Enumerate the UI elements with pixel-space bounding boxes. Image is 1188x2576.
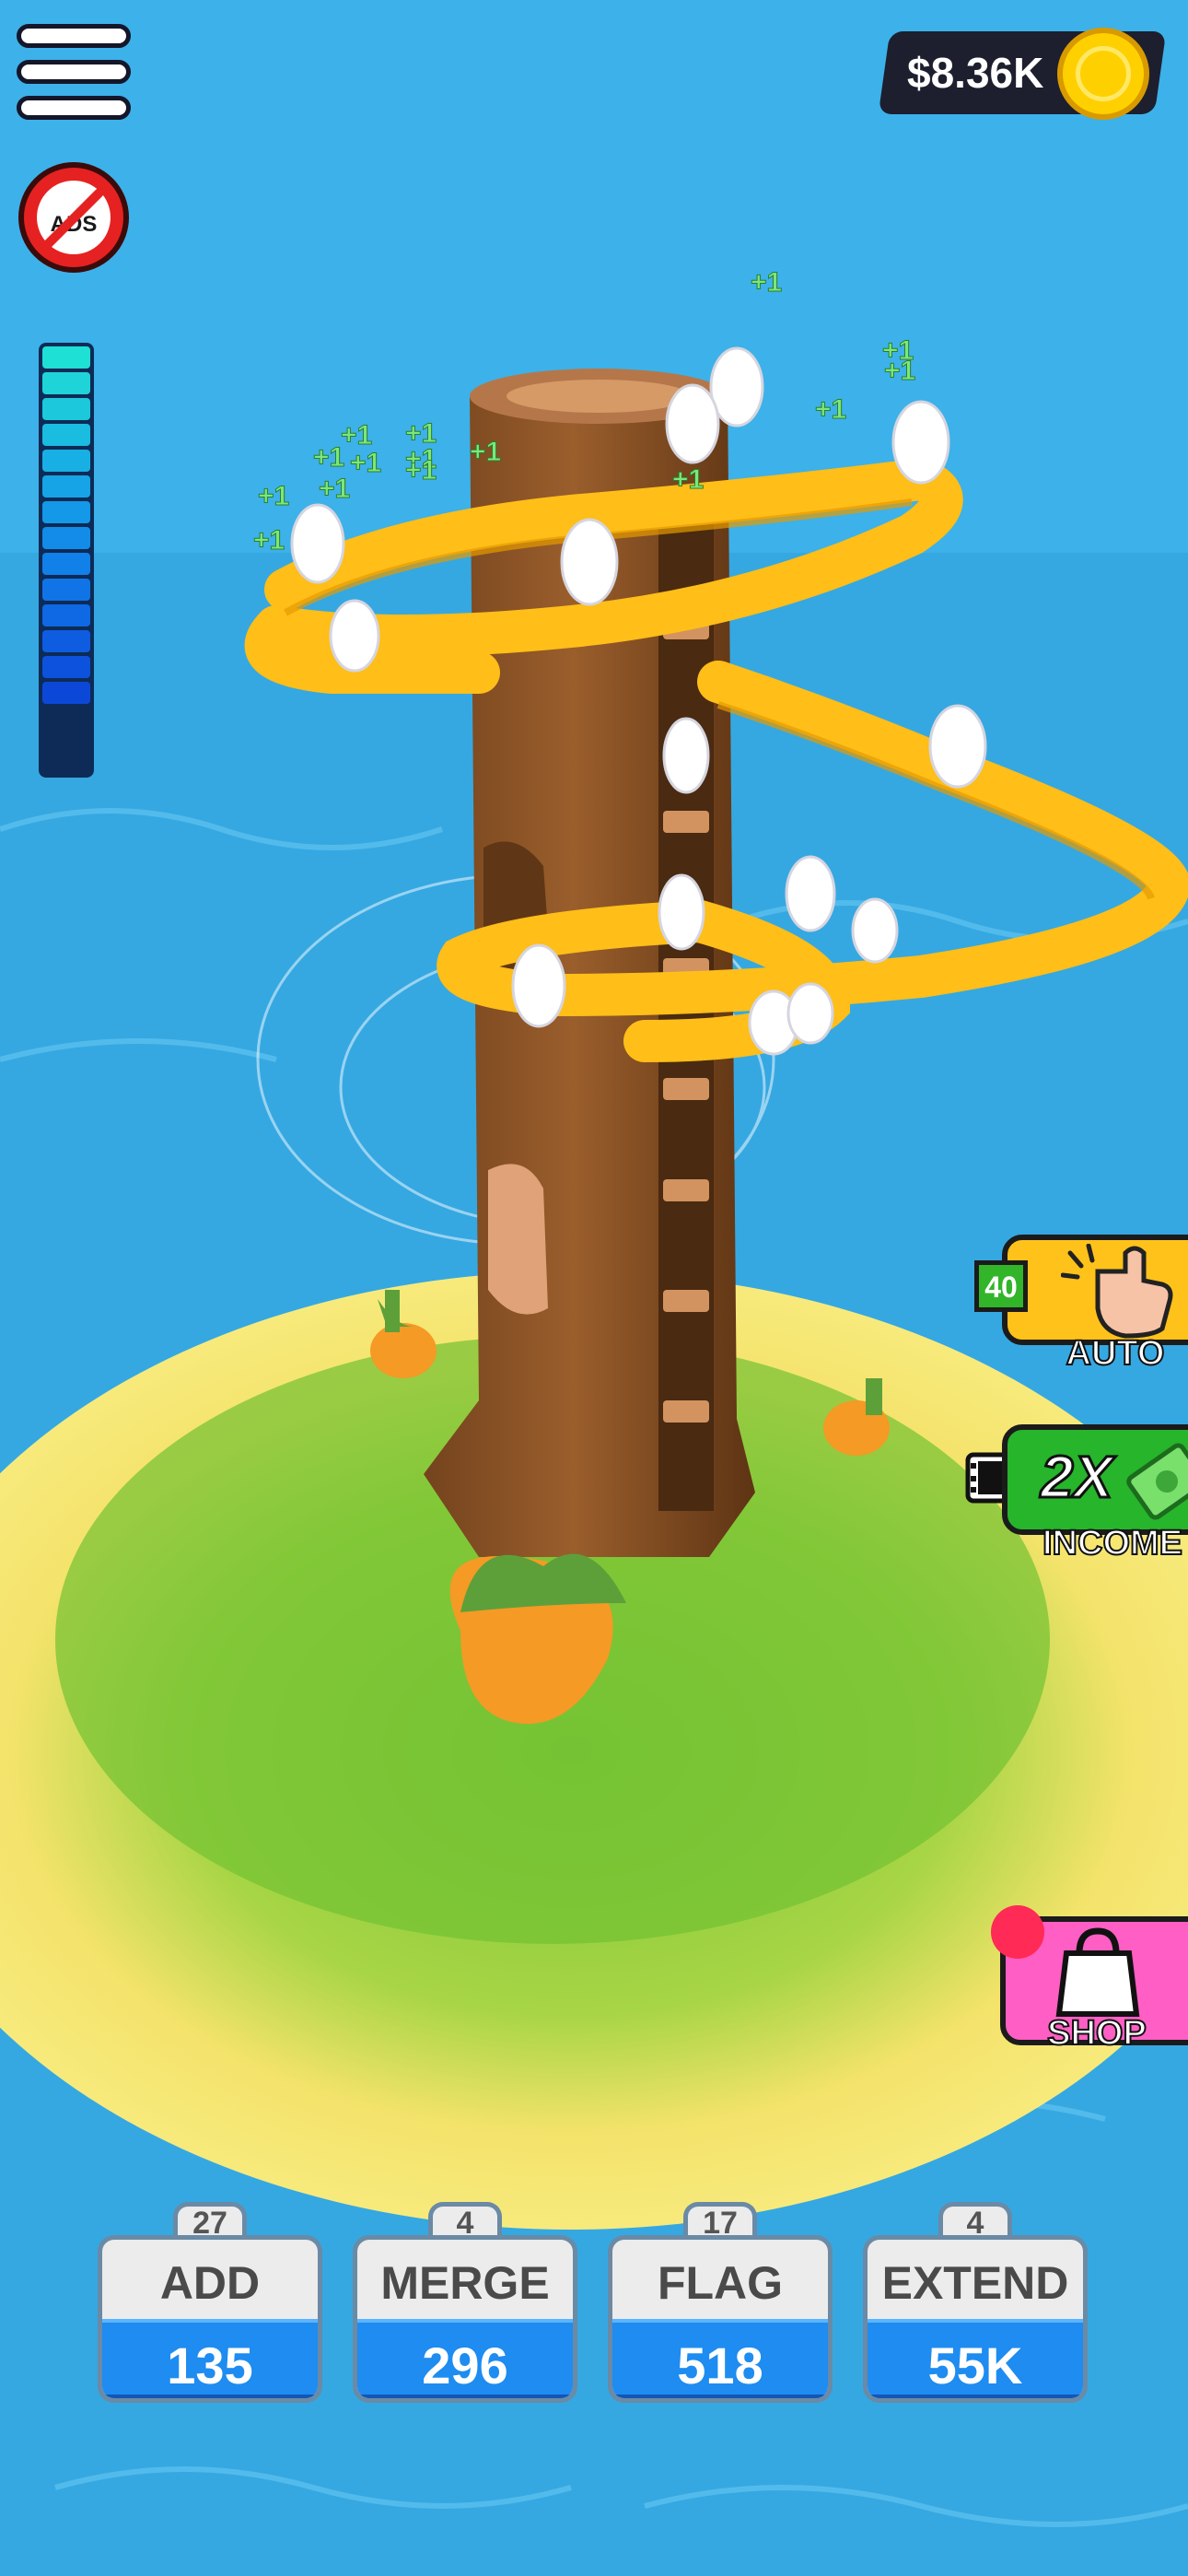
energy-segment [42, 527, 90, 549]
income-popup: +1 [751, 267, 782, 298]
energy-segment [42, 372, 90, 394]
no-ads-icon: ADS [37, 181, 111, 254]
upgrade-cost-bar: 135 [102, 2319, 318, 2398]
energy-meter [39, 343, 94, 778]
auto-label: AUTO [1066, 1333, 1166, 1374]
upgrade-cost: 135 [167, 2336, 253, 2395]
cost-bar-shade [357, 2395, 573, 2398]
income-label: INCOME [1042, 1523, 1183, 1563]
cost-bar-shade [612, 2395, 828, 2398]
energy-segment [42, 501, 90, 523]
cost-bar-shade [102, 2395, 318, 2398]
upgrade-cost: 296 [422, 2336, 508, 2395]
tap-hand-icon [1061, 1244, 1173, 1339]
merge-upgrade-button[interactable]: 4 MERGE 296 [353, 2202, 577, 2406]
income-popup: +1 [258, 481, 289, 511]
upgrade-cost-bar: 55K [868, 2319, 1083, 2398]
upgrade-name: MERGE [380, 2257, 550, 2309]
upgrade-cost-bar: 518 [612, 2319, 828, 2398]
upgrade-card: EXTEND 55K [863, 2235, 1088, 2403]
upgrade-cost: 55K [927, 2336, 1023, 2395]
upgrade-name: FLAG [657, 2257, 784, 2309]
hamburger-icon-bar [17, 96, 131, 120]
no-ads-button[interactable]: ADS [18, 162, 129, 273]
auto-button[interactable]: 40 AUTO [974, 1235, 1188, 1374]
coin-icon-inner [1076, 46, 1131, 101]
income-popup: +1 [341, 420, 372, 451]
upgrade-card: FLAG 518 [608, 2235, 833, 2403]
shop-button[interactable]: SHOP [991, 1905, 1188, 2054]
energy-segment [42, 346, 90, 369]
income-popup: +1 [405, 455, 437, 486]
income-multiplier: 2X [1039, 1443, 1113, 1512]
income-popup: +1 [313, 442, 344, 473]
upgrade-name: EXTEND [881, 2257, 1069, 2309]
energy-segment [42, 424, 90, 446]
energy-segment [42, 450, 90, 472]
upgrade-name: ADD [159, 2257, 261, 2309]
upgrade-cost-bar: 296 [357, 2319, 573, 2398]
income-popup: +1 [815, 394, 846, 425]
income-popup: +1 [672, 464, 704, 495]
income-popup: +1 [253, 525, 285, 556]
upgrade-card: MERGE 296 [353, 2235, 577, 2403]
auto-button-body [1002, 1235, 1188, 1345]
shopping-bag-icon [1055, 1927, 1140, 2017]
cash-icon [1126, 1443, 1188, 1520]
energy-segment [42, 656, 90, 678]
energy-segment [42, 682, 90, 704]
income-popup: +1 [470, 437, 501, 467]
add-upgrade-button[interactable]: 27 ADD 135 [98, 2202, 322, 2406]
energy-segment [42, 604, 90, 626]
income-boost-button[interactable]: 2X INCOME [965, 1424, 1188, 1563]
income-popup: +1 [350, 448, 381, 478]
energy-segment [42, 553, 90, 575]
extend-upgrade-button[interactable]: 4 EXTEND 55K [863, 2202, 1088, 2406]
hamburger-icon [17, 24, 131, 48]
income-popup: +1 [884, 356, 915, 386]
upgrade-cost: 518 [677, 2336, 763, 2395]
shop-label: SHOP [1046, 2013, 1147, 2054]
coin-icon [1057, 28, 1149, 120]
menu-button[interactable] [17, 24, 131, 120]
upgrade-card: ADD 135 [98, 2235, 322, 2403]
shop-notification-dot [991, 1905, 1044, 1959]
hamburger-icon-bar [17, 60, 131, 84]
energy-segment [42, 579, 90, 601]
cost-bar-shade [868, 2395, 1083, 2398]
auto-count-badge: 40 [974, 1260, 1028, 1312]
money-value: $8.36K [907, 49, 1044, 97]
energy-segment [42, 630, 90, 652]
energy-segment [42, 475, 90, 498]
income-popup: +1 [319, 474, 350, 504]
energy-segment [42, 398, 90, 420]
flag-upgrade-button[interactable]: 17 FLAG 518 [608, 2202, 833, 2406]
